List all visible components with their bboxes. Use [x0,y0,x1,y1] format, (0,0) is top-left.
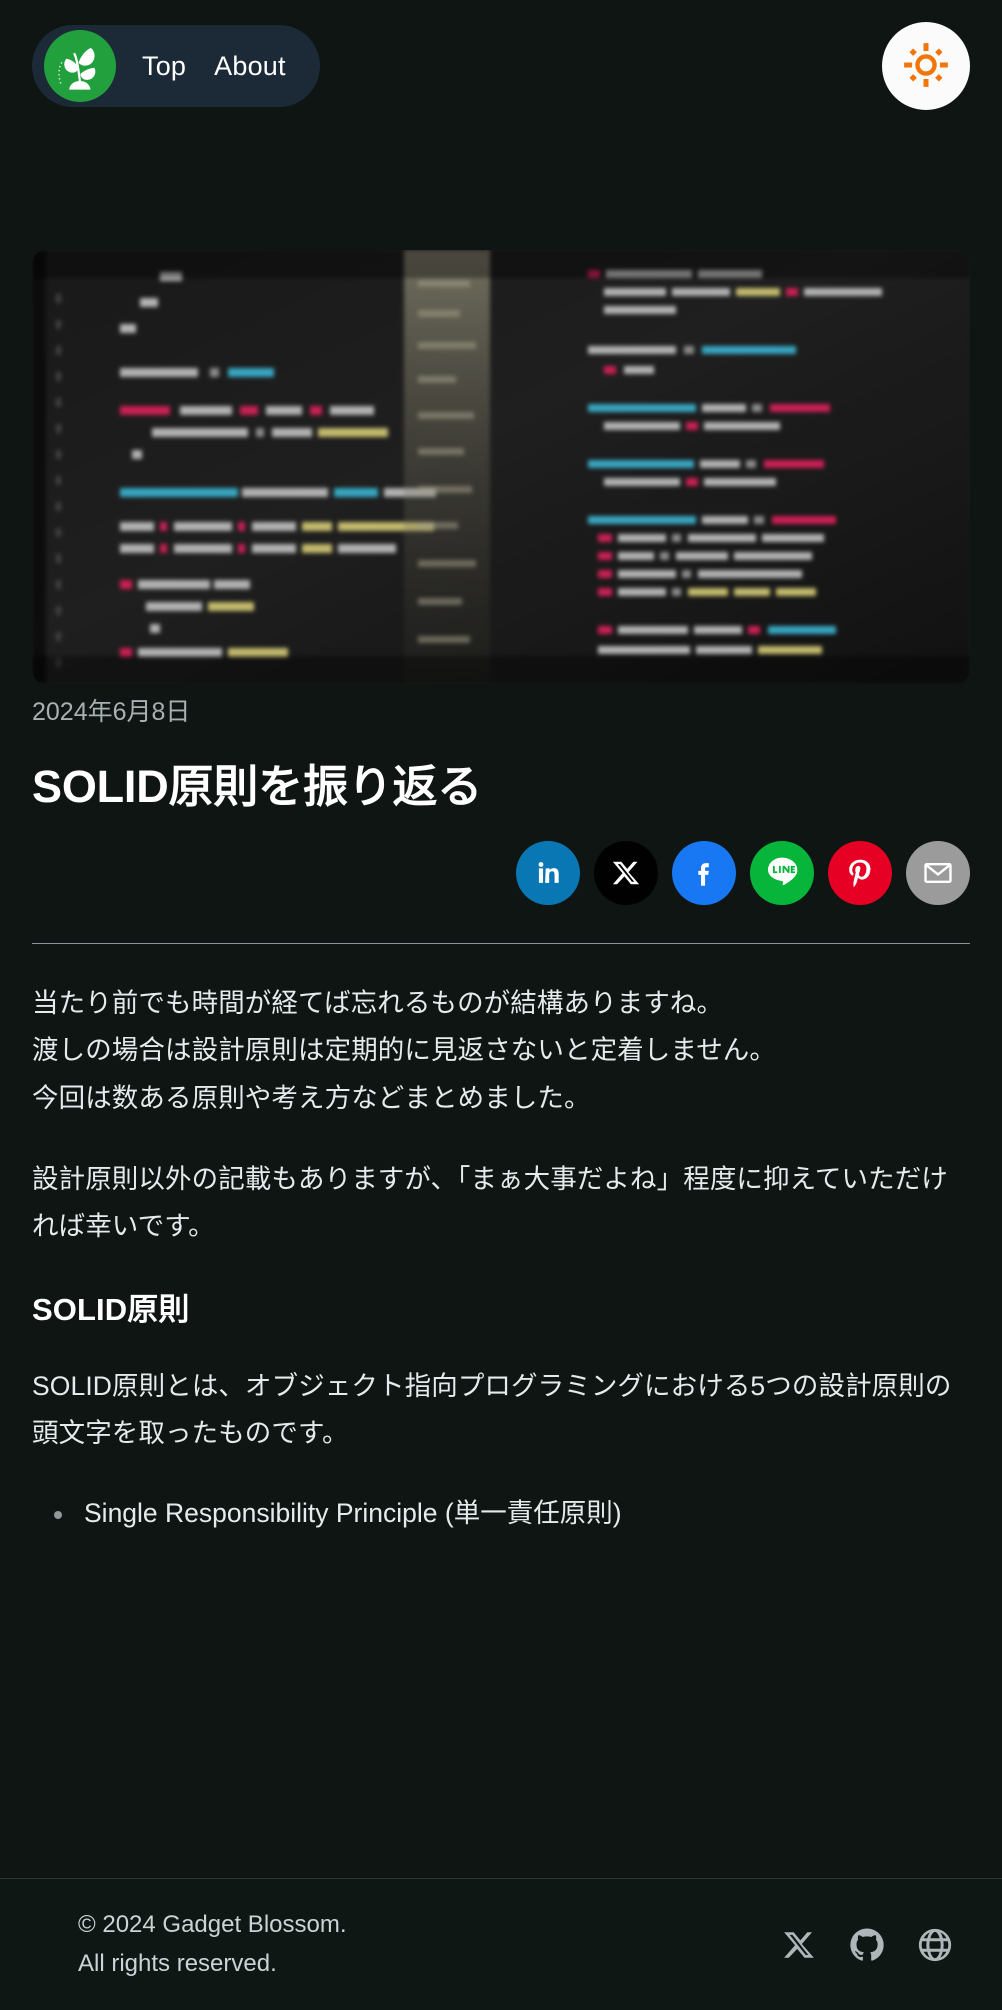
solid-principles-list: Single Responsibility Principle (単一責任原則) [32,1491,970,1536]
share-buttons [32,841,970,906]
site-footer: © 2024 Gadget Blossom. All rights reserv… [0,1878,1002,2010]
site-header: Top About [0,0,1002,132]
share-facebook-button[interactable] [672,841,736,906]
nav-link-top[interactable]: Top [142,52,186,80]
copyright: © 2024 Gadget Blossom. All rights reserv… [78,1906,347,1983]
sprout-logo-icon[interactable] [44,30,116,102]
paragraph-intro: 当たり前でも時間が経てば忘れるものが結構ありますね。 渡しの場合は設計原則は定期… [32,980,970,1121]
copyright-line-2: All rights reserved. [78,1949,277,1977]
paragraph-intro-line-2: 渡しの場合は設計原則は定期的に見返さないと定着しません。 [32,1035,777,1066]
sun-icon [901,40,951,93]
footer-website-globe-icon[interactable] [914,1924,956,1966]
page-title: SOLID原則を振り返る [32,761,483,812]
theme-toggle-button[interactable] [882,22,970,110]
footer-social-links [778,1924,956,1966]
code-screenshot-image [32,250,970,684]
post-body: 当たり前でも時間が経てば忘れるものが結構ありますね。 渡しの場合は設計原則は定期… [32,980,970,1536]
share-pinterest-button[interactable] [828,841,892,906]
footer-x-twitter-icon[interactable] [778,1924,820,1966]
section-heading-solid: SOLID原則 [32,1292,190,1328]
paragraph-intro-line-3: 今回は数ある原則や考え方などまとめました。 [32,1082,591,1113]
share-linkedin-button[interactable] [516,841,580,906]
footer-github-icon[interactable] [846,1924,888,1966]
copyright-line-1: © 2024 Gadget Blossom. [78,1911,347,1939]
paragraph-note: 設計原則以外の記載もありますが、「まぁ大事だよね」程度に抑えていただければ幸いで… [32,1163,948,1241]
article: 2024年6月8日 SOLID原則を振り返る 当たり前でも時間が経てば忘れるもの… [32,700,970,1536]
primary-nav: Top About [32,25,320,107]
nav-link-about[interactable]: About [214,52,286,80]
linkedin-icon [531,856,565,890]
list-item: Single Responsibility Principle (単一責任原則) [32,1491,970,1536]
share-x-button[interactable] [594,841,658,906]
content-divider [32,943,970,945]
post-date: 2024年6月8日 [32,698,191,726]
mail-icon [921,856,955,890]
nav-links: Top About [142,52,286,80]
x-twitter-icon [611,858,641,888]
line-icon [759,850,805,896]
facebook-icon [687,856,721,890]
paragraph-intro-line-1: 当たり前でも時間が経てば忘れるものが結構ありますね。 [32,988,724,1019]
pinterest-icon [842,855,878,891]
hero-image [32,250,970,684]
share-line-button[interactable] [750,841,814,906]
share-email-button[interactable] [906,841,970,906]
paragraph-solid-definition: SOLID原則とは、オブジェクト指向プログラミングにおける5つの設計原則の頭文字… [32,1371,952,1449]
